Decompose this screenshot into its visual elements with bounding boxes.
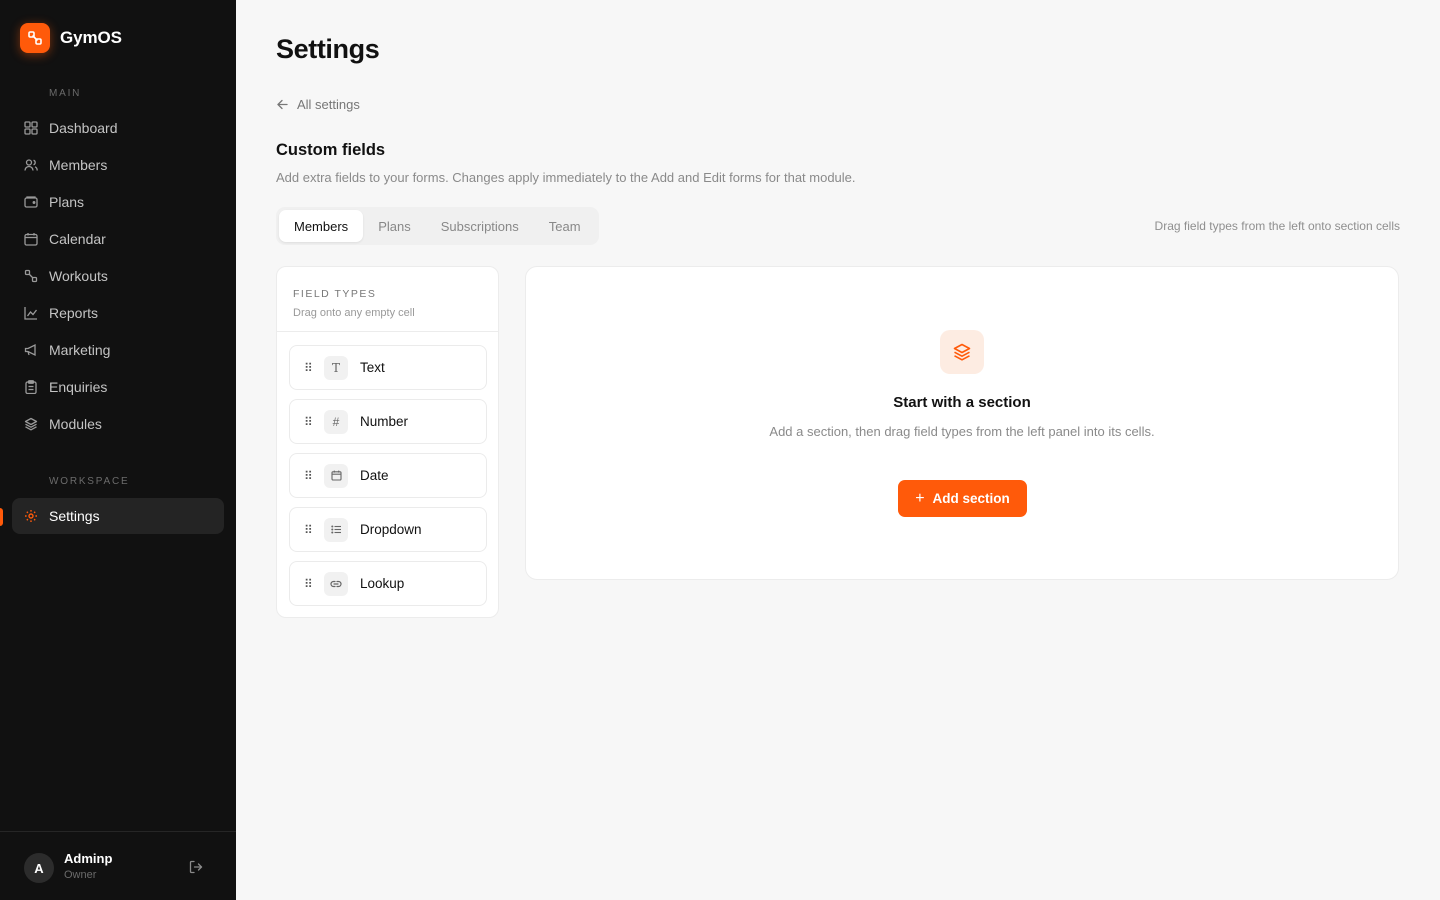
logo-icon — [20, 23, 50, 53]
user-panel: A Adminp Owner — [0, 831, 236, 900]
dashboard-icon — [24, 121, 38, 135]
drag-handle-icon[interactable]: ⠿ — [304, 416, 313, 428]
link-icon — [324, 571, 348, 596]
field-types-header: FIELD TYPES Drag onto any empty cell — [277, 267, 498, 332]
field-type-label: Text — [360, 360, 385, 375]
clipboard-icon — [24, 380, 38, 394]
sidebar-item-dashboard[interactable]: Dashboard — [12, 110, 224, 146]
field-types-panel: FIELD TYPES Drag onto any empty cell ⠿ T… — [276, 266, 499, 618]
sidebar-item-workouts[interactable]: Workouts — [12, 258, 224, 294]
drag-handle-icon[interactable]: ⠿ — [304, 470, 313, 482]
layers-icon — [940, 330, 984, 374]
add-section-label: Add section — [932, 491, 1010, 506]
section-canvas: Start with a section Add a section, then… — [525, 266, 1399, 580]
tab-subscriptions[interactable]: Subscriptions — [426, 210, 534, 242]
sidebar-item-label: Reports — [49, 305, 99, 321]
user-role: Owner — [64, 869, 97, 881]
sidebar-item-modules[interactable]: Modules — [12, 406, 224, 442]
field-types-subtitle: Drag onto any empty cell — [293, 307, 415, 319]
sidebar-item-label: Calendar — [49, 231, 106, 247]
field-type-label: Date — [360, 468, 389, 483]
user-name: Adminp — [64, 851, 113, 866]
sidebar-item-enquiries[interactable]: Enquiries — [12, 369, 224, 405]
dumbbell-icon — [24, 269, 38, 283]
list-icon — [324, 517, 348, 542]
nav-section-workspace: WORKSPACE — [49, 476, 130, 487]
tab-plans[interactable]: Plans — [363, 210, 426, 242]
empty-state-title: Start with a section — [893, 394, 1031, 411]
plus-icon: + — [915, 489, 925, 507]
sidebar-item-label: Enquiries — [49, 379, 108, 395]
sidebar-item-settings[interactable]: Settings — [12, 498, 224, 534]
tab-team[interactable]: Team — [534, 210, 596, 242]
sidebar: GymOS MAIN Dashboard Members Plans Calen… — [0, 0, 236, 900]
wallet-icon — [24, 195, 38, 209]
back-link-label: All settings — [297, 97, 360, 112]
empty-state-description: Add a section, then drag field types fro… — [769, 424, 1155, 439]
section-description: Add extra fields to your forms. Changes … — [276, 170, 856, 185]
add-section-button[interactable]: + Add section — [898, 480, 1027, 517]
sidebar-item-label: Marketing — [49, 342, 111, 358]
drag-handle-icon[interactable]: ⠿ — [304, 362, 313, 374]
logout-icon[interactable] — [188, 859, 204, 875]
text-type-icon: T — [324, 355, 348, 380]
tab-members[interactable]: Members — [279, 210, 364, 242]
page-title: Settings — [276, 34, 380, 64]
field-type-date[interactable]: ⠿ Date — [289, 453, 487, 498]
field-type-number[interactable]: ⠿ # Number — [289, 399, 487, 444]
sidebar-item-label: Members — [49, 157, 108, 173]
brand[interactable]: GymOS — [20, 23, 122, 53]
sidebar-item-label: Settings — [49, 508, 100, 524]
sidebar-item-label: Dashboard — [49, 120, 118, 136]
field-type-label: Lookup — [360, 576, 405, 591]
field-type-text[interactable]: ⠿ T Text — [289, 345, 487, 390]
arrow-left-icon — [277, 99, 288, 110]
brand-name: GymOS — [60, 28, 122, 47]
sidebar-item-marketing[interactable]: Marketing — [12, 332, 224, 368]
field-type-label: Dropdown — [360, 522, 422, 537]
layers-icon — [24, 417, 38, 431]
back-to-all-settings-link[interactable]: All settings — [276, 97, 360, 112]
sidebar-item-label: Modules — [49, 416, 102, 432]
drag-hint: Drag field types from the left onto sect… — [1154, 219, 1400, 233]
hash-icon: # — [324, 409, 348, 434]
chart-line-icon — [24, 306, 38, 320]
calendar-icon — [324, 463, 348, 488]
module-tabs: Members Plans Subscriptions Team — [276, 207, 599, 245]
megaphone-icon — [24, 343, 38, 357]
users-icon — [24, 158, 38, 172]
gear-icon — [24, 509, 38, 523]
sidebar-item-plans[interactable]: Plans — [12, 184, 224, 220]
avatar[interactable]: A — [24, 853, 54, 883]
sidebar-item-calendar[interactable]: Calendar — [12, 221, 224, 257]
field-type-lookup[interactable]: ⠿ Lookup — [289, 561, 487, 606]
sidebar-item-label: Plans — [49, 194, 85, 210]
calendar-icon — [24, 232, 38, 246]
sidebar-item-reports[interactable]: Reports — [12, 295, 224, 331]
active-indicator — [0, 508, 3, 526]
field-types-title: FIELD TYPES — [293, 288, 377, 300]
section-title: Custom fields — [276, 141, 386, 159]
field-type-label: Number — [360, 414, 409, 429]
drag-handle-icon[interactable]: ⠿ — [304, 524, 313, 536]
sidebar-item-members[interactable]: Members — [12, 147, 224, 183]
nav-section-main: MAIN — [49, 88, 82, 99]
sidebar-item-label: Workouts — [49, 268, 108, 284]
field-type-dropdown[interactable]: ⠿ Dropdown — [289, 507, 487, 552]
drag-handle-icon[interactable]: ⠿ — [304, 578, 313, 590]
